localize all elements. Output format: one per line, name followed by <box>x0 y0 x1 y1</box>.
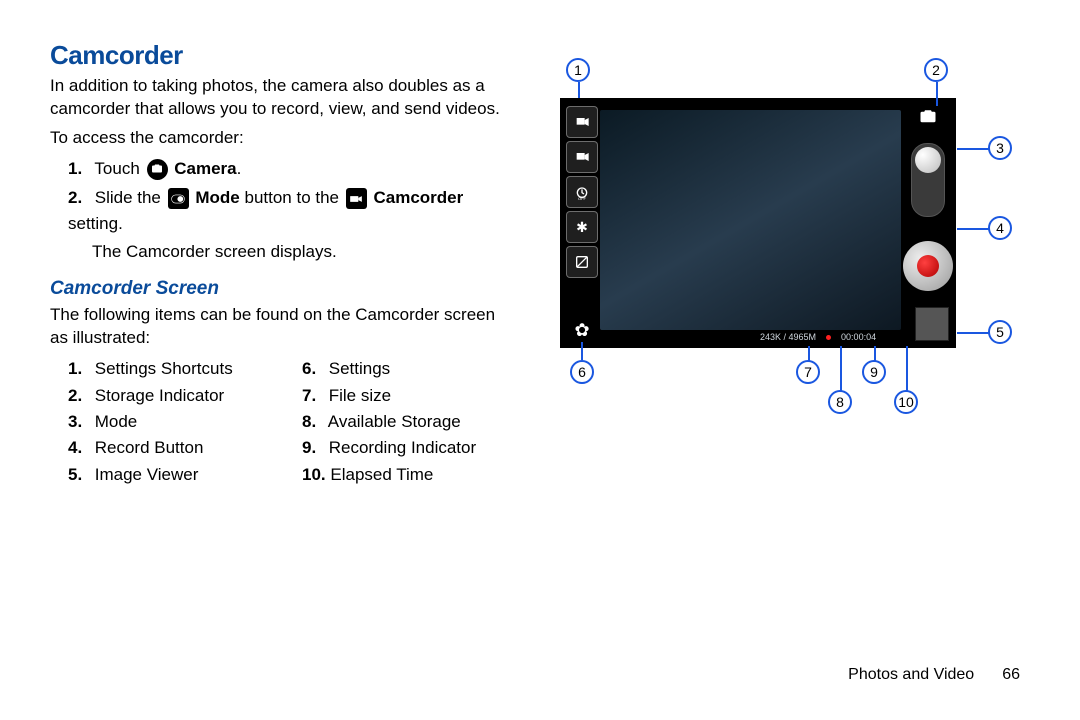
callout-7: 7 <box>796 360 820 384</box>
recording-indicator-icon <box>826 335 831 340</box>
access-line: To access the camcorder: <box>50 127 510 150</box>
elapsed-time-text: 00:00:04 <box>841 332 876 342</box>
lead-5 <box>957 332 989 334</box>
legend-item-1: 1. Settings Shortcuts <box>68 356 276 382</box>
image-viewer-thumb <box>916 308 948 340</box>
step-2-mid: button to the <box>244 188 343 207</box>
lead-10 <box>906 346 908 392</box>
step-2-pre: Slide the <box>95 188 166 207</box>
legend-item-4: 4. Record Button <box>68 435 276 461</box>
shortcut-self-icon <box>566 106 598 138</box>
callout-4: 4 <box>988 216 1012 240</box>
callout-6: 6 <box>570 360 594 384</box>
mode-knob <box>915 147 941 173</box>
legend-item-9: 9. Recording Indicator <box>302 435 510 461</box>
legend-item-6: 6. Settings <box>302 356 510 382</box>
record-dot-icon <box>917 255 939 277</box>
step-result: The Camcorder screen displays. <box>92 242 510 262</box>
legend-item-10: 10. Elapsed Time <box>302 462 510 488</box>
lead-1 <box>578 82 580 98</box>
section-subtitle: Camcorder Screen <box>50 278 510 300</box>
callout-2: 2 <box>924 58 948 82</box>
step-2: 2. Slide the Mode button to the Camcorde… <box>68 185 510 236</box>
viewfinder <box>600 110 901 330</box>
legend-item-8: 8. Available Storage <box>302 409 510 435</box>
status-bar: 243K / 4965M 00:00:04 <box>760 332 876 342</box>
shortcut-timer-icon: OFF <box>566 176 598 208</box>
shortcut-exposure-icon <box>566 246 598 278</box>
callout-3: 3 <box>988 136 1012 160</box>
footer-section: Photos and Video <box>848 666 974 684</box>
callout-10: 10 <box>894 390 918 414</box>
legend-grid: 1. Settings Shortcuts 2. Storage Indicat… <box>68 356 510 488</box>
lead-2 <box>936 82 938 106</box>
page-title: Camcorder <box>50 40 510 71</box>
legend-item-2: 2. Storage Indicator <box>68 383 276 409</box>
footer-page-number: 66 <box>1002 666 1020 684</box>
camcorder-screenshot: OFF ✱ ✿ <box>560 98 956 348</box>
legend-item-3: 3. Mode <box>68 409 276 435</box>
camcorder-icon <box>346 188 367 209</box>
step-2-post: setting. <box>68 214 123 233</box>
settings-shortcuts: OFF ✱ <box>566 106 598 278</box>
lead-6 <box>581 342 583 360</box>
lead-4 <box>957 228 989 230</box>
legend-item-7: 7. File size <box>302 383 510 409</box>
step-2-camcorder: Camcorder <box>373 188 463 207</box>
record-button <box>903 241 953 291</box>
step-1-post: . <box>237 159 242 178</box>
legend-item-5: 5. Image Viewer <box>68 462 276 488</box>
shortcut-flash-icon <box>566 141 598 173</box>
callout-1: 1 <box>566 58 590 82</box>
storage-indicator-icon <box>919 108 937 129</box>
mode-slider <box>911 143 945 217</box>
callout-9: 9 <box>862 360 886 384</box>
step-1: 1. Touch Camera. <box>68 156 510 182</box>
callout-8: 8 <box>828 390 852 414</box>
step-1-pre: Touch <box>94 159 144 178</box>
callout-5: 5 <box>988 320 1012 344</box>
settings-gear-icon: ✿ <box>570 318 594 342</box>
intro-text: In addition to taking photos, the camera… <box>50 75 510 121</box>
shortcut-whitebalance-icon: ✱ <box>566 211 598 243</box>
step-2-mode: Mode <box>195 188 239 207</box>
camera-icon <box>147 159 168 180</box>
svg-text:OFF: OFF <box>578 196 587 200</box>
page-footer: Photos and Video 66 <box>848 666 1020 684</box>
step-1-bold: Camera <box>174 159 236 178</box>
mode-icon <box>168 188 189 209</box>
lead-8 <box>840 346 842 392</box>
file-size-text: 243K / 4965M <box>760 332 816 342</box>
screen-intro: The following items can be found on the … <box>50 304 510 350</box>
lead-3 <box>957 148 989 150</box>
